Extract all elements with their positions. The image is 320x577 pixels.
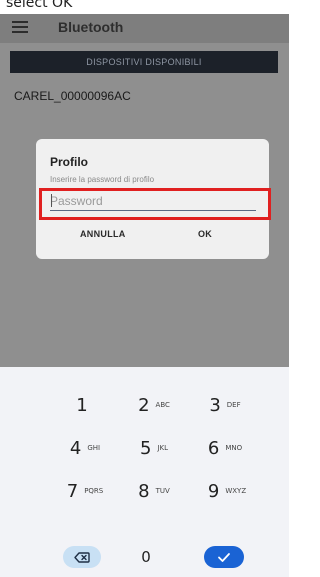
key-1-number: 1 [76,394,88,416]
key-7-number: 7 [66,480,79,502]
available-devices-header: DISPOSITIVI DISPONIBILI [10,51,278,73]
ok-button[interactable]: OK [198,229,212,239]
key-6[interactable]: 6 MNO [180,428,270,468]
numeric-keyboard: 1 2 ABC 3 DEF 4 GHI 5 JKL 6 MNO 7 PQRS 8… [0,367,289,577]
key-6-letters: MNO [225,444,243,452]
key-4-letters: GHI [87,444,101,452]
instruction-caption: select OK [0,0,289,14]
key-4-number: 4 [69,437,82,459]
backspace-key[interactable] [63,546,101,568]
key-0[interactable]: 0 [101,537,191,577]
key-3-letters: DEF [226,401,241,409]
dialog-title: Profilo [50,155,88,169]
key-5-letters: JKL [157,444,168,452]
key-9[interactable]: 9 WXYZ [182,471,272,511]
key-7-letters: PQRS [84,487,104,495]
cancel-button[interactable]: ANNULLA [80,229,126,239]
key-8-letters: TUV [155,487,170,495]
key-3[interactable]: 3 DEF [180,385,270,425]
app-bar-title: Bluetooth [58,19,124,35]
backspace-icon [74,551,90,563]
key-2-letters: ABC [155,401,170,409]
key-5-number: 5 [139,437,152,459]
app-bar: Bluetooth [0,14,289,43]
checkmark-icon [218,552,230,562]
highlight-box [39,188,271,220]
key-8-number: 8 [138,480,150,502]
key-6-number: 6 [207,437,220,459]
instruction-text: select OK [6,0,73,11]
device-list-item[interactable]: CAREL_00000096AC [14,89,131,103]
key-3-number: 3 [209,394,221,416]
enter-key[interactable] [204,546,244,568]
key-9-number: 9 [207,480,220,502]
hamburger-menu-icon[interactable] [12,21,28,34]
key-9-letters: WXYZ [225,487,247,495]
dialog-subtitle: Inserire la password di profilo [50,175,155,184]
key-2-number: 2 [138,394,150,416]
key-0-number: 0 [141,548,151,566]
